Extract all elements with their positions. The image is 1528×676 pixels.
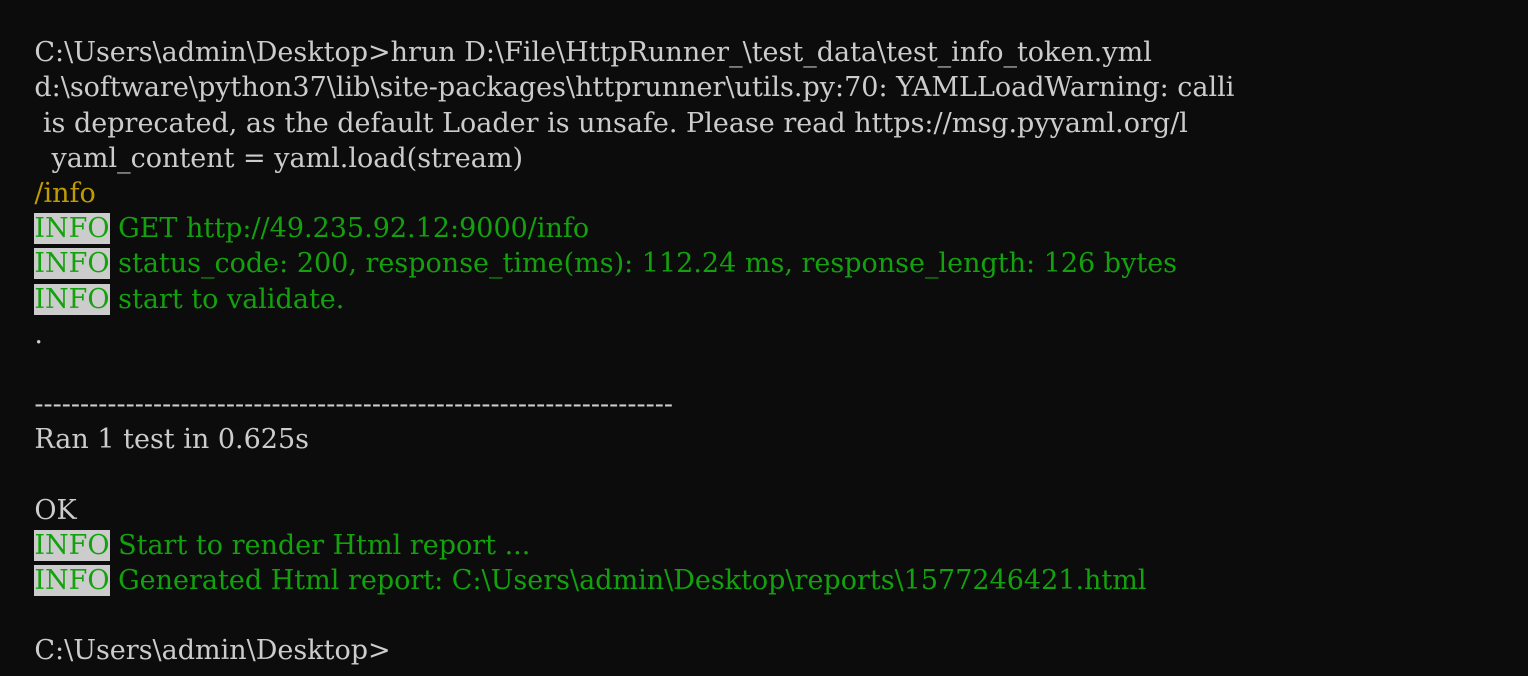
terminal-line-command: C:\Users\admin\Desktop>hrun D:\File\Http… [0,0,1528,68]
prompt-text: C:\Users\admin\Desktop> [34,635,391,667]
terminal-line-result: OK [0,457,1528,526]
terminal-line-summary: Ran 1 test in 0.625s [0,387,1528,455]
terminal-line-warning-path: d:\software\python37\lib\site-packages\h… [0,35,1528,103]
terminal-line-info-report: INFO Generated Html report: C:\Users\adm… [0,528,1528,597]
terminal-line-warning-body: is deprecated, as the default Loader is … [0,70,1528,139]
terminal-line-info-render: INFO Start to render Html report ... [0,493,1528,561]
terminal-line-info-request: INFO GET http://49.235.92.12:9000/info [0,176,1528,245]
terminal-line-test-dot: . [0,282,1528,350]
terminal-line-testcase-name: /info [0,141,1528,209]
terminal-line-info-validate: INFO start to validate. [0,246,1528,315]
terminal-console[interactable]: C:\Users\admin\Desktop>hrun D:\File\Http… [0,0,1528,676]
terminal-line-info-response: INFO status_code: 200, response_time(ms)… [0,211,1528,280]
terminal-line-warning-code: yaml_content = yaml.load(stream) [0,106,1528,174]
terminal-line-separator: ----------------------------------------… [0,352,1528,420]
terminal-line-prompt[interactable]: C:\Users\admin\Desktop> [0,598,1528,666]
